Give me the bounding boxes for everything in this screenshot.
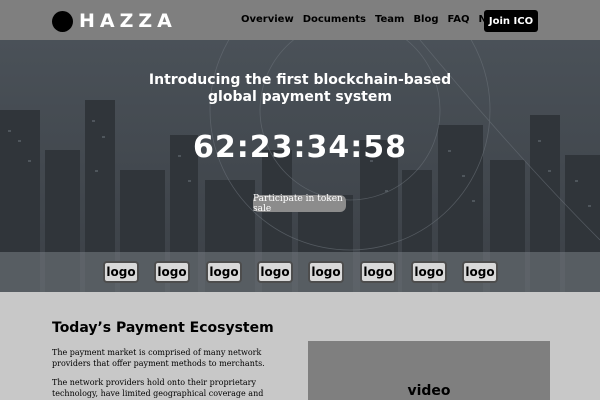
brand[interactable]: HAZZA <box>52 10 177 32</box>
partner-logo: logo <box>257 261 293 283</box>
partner-logo: logo <box>462 261 498 283</box>
brand-logo-icon <box>52 10 73 32</box>
ecosystem-paragraph: The payment market is comprised of many … <box>52 348 265 368</box>
partner-logo: logo <box>206 261 242 283</box>
countdown-timer: 62:23:34:58 <box>193 130 407 165</box>
video-label: video <box>407 383 451 399</box>
hero-title-line1: Introducing the first blockchain-based <box>148 72 452 88</box>
partner-logo: logo <box>308 261 344 283</box>
partner-logo: logo <box>411 261 447 283</box>
nav-item-blog[interactable]: Blog <box>413 14 438 25</box>
section-title: Today’s Payment Ecosystem <box>52 320 274 336</box>
brand-name: HAZZA <box>79 10 177 32</box>
hero-title-line2: global payment system <box>208 89 392 105</box>
nav-item-faq[interactable]: FAQ <box>448 14 470 25</box>
partner-logo: logo <box>154 261 190 283</box>
partner-logo-strip: logo logo logo logo logo logo logo logo <box>0 252 600 292</box>
partner-logo: logo <box>360 261 396 283</box>
header: HAZZA Overview Documents Team Blog FAQ N… <box>0 0 600 40</box>
participate-token-sale-button[interactable]: Participate in token sale <box>253 194 346 214</box>
video-player[interactable]: video <box>308 341 550 400</box>
partner-logo: logo <box>103 261 139 283</box>
main-nav: Overview Documents Team Blog FAQ News <box>241 14 509 25</box>
nav-item-overview[interactable]: Overview <box>241 14 294 25</box>
nav-item-team[interactable]: Team <box>375 14 404 25</box>
join-ico-button[interactable]: Join ICO <box>484 10 538 32</box>
hero-title: Introducing the first blockchain-based g… <box>0 72 600 106</box>
nav-item-documents[interactable]: Documents <box>303 14 366 25</box>
ecosystem-paragraph: The network providers hold onto their pr… <box>52 378 264 398</box>
